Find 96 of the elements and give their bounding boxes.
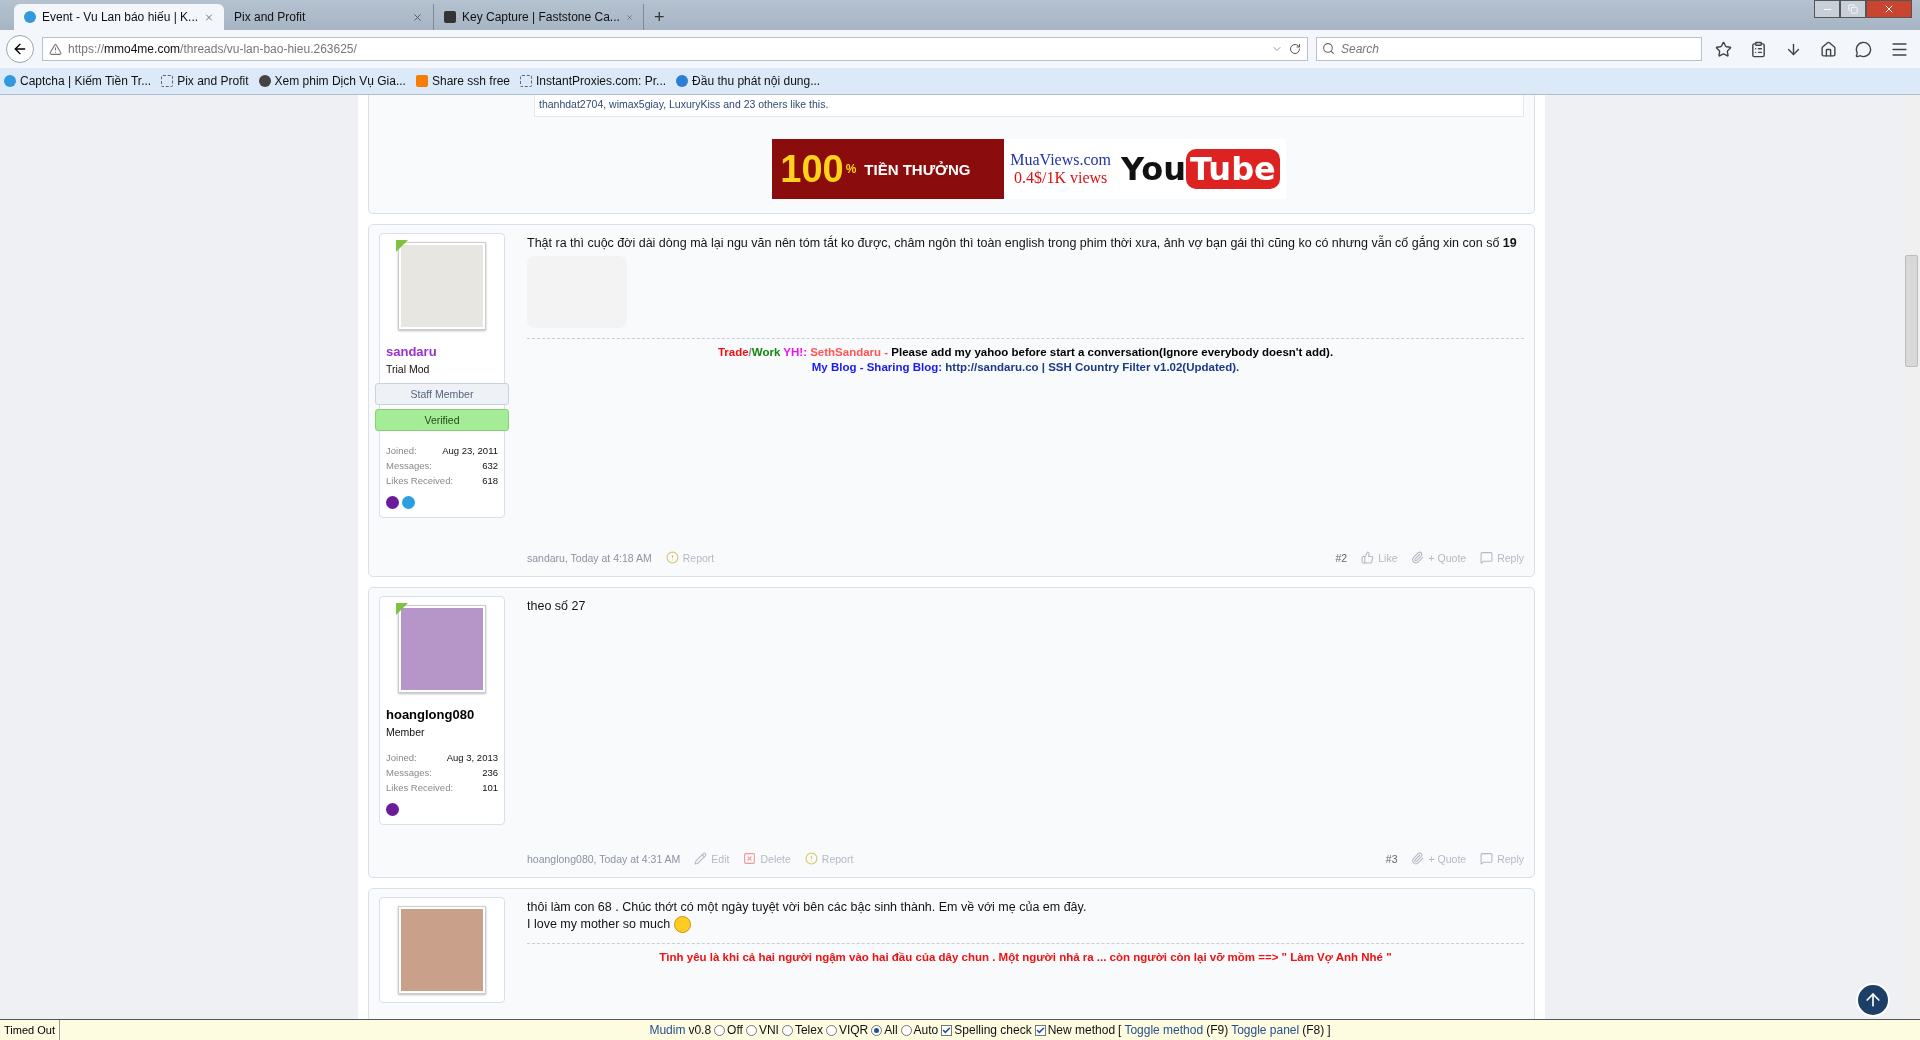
stat-value: Aug 3, 2013: [446, 752, 498, 763]
post-meta: hoanglong080, Today at 4:31 AM: [527, 852, 681, 865]
close-icon[interactable]: [412, 11, 423, 23]
stat-label: Messages:: [386, 767, 432, 778]
contact-icon[interactable]: [386, 803, 399, 816]
post-number[interactable]: #3: [1385, 852, 1398, 865]
site-icon: [24, 11, 36, 23]
radio-button[interactable]: [900, 1024, 912, 1036]
bookmark-link[interactable]: Pix and Profit: [161, 74, 249, 88]
stat-value: 101: [482, 782, 498, 793]
signature-line: Tình yêu là khi cả hai người ngậm vào hai đầu của dây chun . Một người nhả ra ... còn người còn lại vỡ mồm ==> " Làm Vợ Anh Nhé ": [659, 950, 1392, 965]
site-icon: [520, 75, 532, 87]
stat-value: 236: [482, 767, 498, 778]
mudim-link[interactable]: Mudim: [649, 1023, 686, 1037]
likes-summary: thanhdat2704, wimax5giay, LuxuryKiss and 23 others like this.: [534, 95, 1524, 117]
site-icon: [444, 11, 456, 23]
user-title: Trial Mod: [386, 363, 431, 375]
radio-label: Off: [727, 1023, 743, 1037]
toggle-panel-link[interactable]: Toggle panel: [1231, 1023, 1300, 1037]
delete-icon: [743, 852, 757, 865]
bookmark-link[interactable]: Đầu thu phát nội dung...: [676, 74, 821, 88]
post-meta: sandaru, Today at 4:18 AM: [527, 551, 652, 564]
alert-icon: [665, 551, 679, 564]
post-number[interactable]: #2: [1335, 551, 1348, 564]
site-icon: [161, 75, 174, 87]
stat-value: 618: [482, 475, 498, 486]
post-text: theo số 27: [527, 598, 587, 615]
version-text: v0.8: [688, 1023, 712, 1037]
radio-label: Auto: [913, 1023, 939, 1037]
close-icon: [1883, 3, 1895, 15]
new-tab-button[interactable]: +: [644, 4, 675, 30]
username-link[interactable]: hoanglong080: [386, 707, 498, 722]
radio-button[interactable]: [871, 1024, 883, 1036]
stat-value: Aug 23, 2011: [442, 445, 498, 456]
stat-label: Likes Received:: [386, 475, 454, 486]
stat-label: Likes Received:: [386, 782, 454, 793]
site-icon: [258, 75, 271, 87]
checkbox-label: Spelling check: [954, 1023, 1032, 1037]
radio-button[interactable]: [825, 1024, 837, 1036]
shortcut-text: (F9): [1206, 1023, 1229, 1037]
paperclip-icon: [1411, 551, 1425, 564]
post-text: thôi làm con 68 . Chúc thớt có một ngày tuyệt vời bên các bậc sinh thành. Em về với mẹ của em đây.: [527, 899, 1088, 916]
radio-label: VIQR: [838, 1023, 869, 1037]
scroll-top-button[interactable]: [1856, 983, 1890, 1017]
back-button[interactable]: [6, 35, 34, 63]
signature-line: Trade/Work YH!: SethSandaru - Please add my yahoo before start a conversation(Ignore everybody doesn't add).: [717, 345, 1334, 360]
restore-icon: [1848, 4, 1858, 14]
minimize-button[interactable]: [1814, 0, 1840, 18]
post-text: Thật ra thì cuộc đời dài dòng mà lại ngu văn nên tóm tắt ko được, châm ngôn thì toàn english trong phim thời xưa, ảnh vợ bạn gái thì cũng ko có nhưng vẫn cố gắng xin con số 19: [527, 235, 1518, 252]
search-field[interactable]: Search: [1316, 37, 1702, 61]
speech-bubble-icon: [1480, 852, 1494, 865]
radio-label: VNI: [758, 1023, 779, 1037]
checkbox[interactable]: [941, 1024, 953, 1036]
bookmark-link[interactable]: Share ssh free: [415, 74, 510, 88]
radio-button[interactable]: [781, 1024, 793, 1036]
search-icon: [1322, 42, 1335, 55]
radio-label: All: [884, 1023, 898, 1037]
bracket-text: ]: [1327, 1023, 1331, 1037]
verified-banner: Verified: [375, 409, 509, 431]
stat-label: Joined:: [386, 752, 417, 763]
bracket-text: [: [1118, 1023, 1122, 1037]
checkbox[interactable]: [1034, 1024, 1046, 1036]
radio-button[interactable]: [745, 1024, 757, 1036]
radio-button[interactable]: [714, 1024, 726, 1036]
stat-value: 632: [482, 460, 498, 471]
toggle-method-link[interactable]: Toggle method: [1124, 1023, 1204, 1037]
thumbs-up-icon: [1361, 551, 1375, 564]
restore-button[interactable]: [1840, 0, 1866, 18]
pencil-icon: [694, 852, 708, 865]
site-icon: [4, 75, 16, 87]
checkbox-label: New method: [1047, 1023, 1116, 1037]
speech-bubble-icon: [1480, 551, 1494, 564]
reload-icon[interactable]: [1289, 43, 1301, 55]
status-text: Timed Out: [0, 1020, 60, 1040]
avatar-placeholder[interactable]: [398, 605, 486, 693]
radio-label: Telex: [794, 1023, 823, 1037]
browser-tab[interactable]: Event - Vu Lan báo hiếu | K...: [14, 4, 224, 30]
warning-icon: [49, 42, 62, 56]
avatar-placeholder[interactable]: [398, 906, 486, 994]
staff-banner: Staff Member: [375, 383, 509, 405]
stat-label: Messages:: [386, 460, 432, 471]
paperclip-icon: [1411, 852, 1425, 865]
signature-line: My Blog - Sharing Blog: http://sandaru.co | SSH Country Filter v1.02(Updated).: [811, 360, 1240, 375]
contact-icon[interactable]: [386, 496, 399, 509]
stat-label: Joined:: [386, 445, 417, 456]
bookmark-link[interactable]: InstantProxies.com: Pr...: [520, 74, 667, 88]
username-link[interactable]: sandaru: [386, 344, 498, 359]
shortcut-text: (F8): [1302, 1023, 1325, 1037]
post-text: I love my mother so much: [527, 916, 1524, 933]
site-icon: [676, 75, 689, 87]
user-title: Member: [386, 726, 426, 738]
address-bar[interactable]: https://mmo4me.com/threads/vu-lan-bao-hieu.263625/: [42, 37, 1308, 61]
site-icon: [415, 75, 428, 87]
bookmark-link[interactable]: Captcha | Kiếm Tiền Tr...: [4, 74, 152, 88]
bookmark-link[interactable]: Xem phim Dịch Vụ Gia...: [258, 74, 406, 88]
alert-icon: [804, 852, 818, 865]
